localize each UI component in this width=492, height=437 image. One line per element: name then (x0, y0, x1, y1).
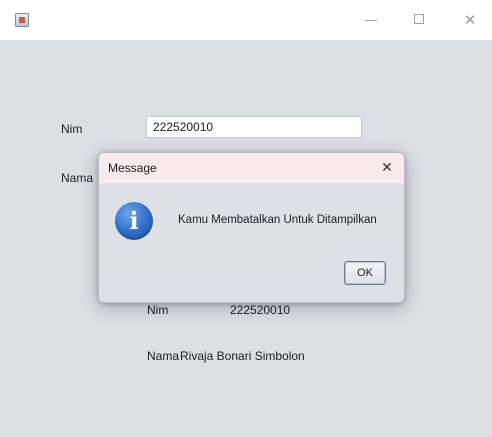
close-icon: ✕ (381, 160, 393, 176)
nama-label: Nama (61, 171, 94, 185)
dialog-message: Kamu Membatalkan Untuk Ditampilkan (178, 214, 377, 226)
close-button[interactable]: ✕ (459, 9, 481, 31)
minimize-button[interactable] (360, 9, 382, 31)
message-dialog: Message ✕ i Kamu Membatalkan Untuk Ditam… (98, 152, 405, 303)
dialog-title-bar[interactable]: Message ✕ (99, 153, 404, 183)
nim-input[interactable]: 222520010 (146, 116, 362, 138)
output-nama-value: Rivaja Bonari Simbolon (180, 349, 305, 363)
output-nim-value: 222520010 (230, 303, 291, 317)
maximize-button[interactable] (409, 9, 431, 31)
nim-label: Nim (61, 122, 83, 136)
ok-button[interactable]: OK (344, 261, 386, 285)
output-nim-label: Nim (147, 303, 169, 317)
maximize-icon (414, 14, 424, 24)
info-icon: i (115, 202, 153, 240)
dialog-close-button[interactable]: ✕ (376, 157, 398, 179)
output-nama-label: Nama (147, 349, 180, 363)
java-app-icon (15, 13, 29, 27)
dialog-title: Message (108, 161, 157, 175)
title-bar[interactable]: ✕ (0, 0, 492, 40)
main-window: ✕ Nim 222520010 Nama Nim 222520010 Nama … (0, 0, 492, 437)
minimize-icon (365, 20, 377, 21)
close-icon: ✕ (463, 11, 477, 29)
